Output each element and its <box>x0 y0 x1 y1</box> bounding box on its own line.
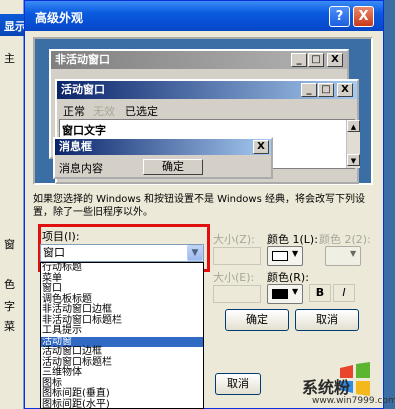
color2-label: 颜色 2(2): <box>319 233 371 246</box>
cancel-button[interactable]: 取消 <box>295 309 359 331</box>
watermark-url: www.win7999.com <box>312 396 395 406</box>
dropdown-option[interactable]: 图标间距(水平) <box>41 399 203 408</box>
chevron-down-icon: ▼ <box>292 287 299 296</box>
color1-button[interactable]: ▼ <box>267 246 303 266</box>
maximize-icon: □ <box>308 53 324 67</box>
dropdown-option[interactable]: 非活动窗口边框 <box>41 304 203 316</box>
item-dropdown-list[interactable]: 行动标题 菜单 窗口 调色板标题 非活动窗口边框 非活动窗口标题栏 工具提示 活动窗 活动窗口边… <box>40 262 204 409</box>
chevron-down-icon: ▼ <box>292 249 299 258</box>
item-label: 项目(I): <box>42 230 80 243</box>
help-button[interactable]: ? <box>329 6 350 27</box>
dropdown-option[interactable]: 三维物体 <box>41 367 203 379</box>
message-box-title: 消息框 <box>55 139 271 155</box>
appearance-preview[interactable]: 非活动窗口 _ □ X 活动窗口 _ □ X 正常 无效 已选定 窗口文字 ▲ … <box>33 37 373 185</box>
dropdown-option[interactable]: 工具提示 <box>41 325 203 337</box>
close-icon: X <box>327 53 343 67</box>
title-bar[interactable]: 高级外观 ? X <box>25 1 383 31</box>
background-label: 字 <box>4 300 15 313</box>
background-label: 色 <box>4 278 15 291</box>
dropdown-option[interactable]: 行动标题 <box>41 263 203 274</box>
message-box-preview[interactable]: 消息框 X 消息内容 确定 <box>53 137 273 179</box>
item-select[interactable]: 窗口 <box>40 244 204 262</box>
menu-item-selected[interactable]: 已选定 <box>125 103 158 119</box>
ok-button[interactable]: 确定 <box>225 309 289 331</box>
italic-toggle[interactable]: I <box>333 284 355 302</box>
window-text: 窗口文字 <box>62 124 106 137</box>
dialog-title: 高级外观 <box>35 11 84 25</box>
maximize-icon: □ <box>318 83 334 97</box>
chevron-down-icon: ▼ <box>350 249 357 258</box>
dropdown-option[interactable]: 活动窗口边框 <box>41 346 203 358</box>
font-size-spinner[interactable] <box>213 285 261 303</box>
background-cancel-button[interactable]: 取消 <box>215 373 261 395</box>
dropdown-option[interactable]: 窗口 <box>41 283 203 295</box>
minimize-icon: _ <box>291 53 307 67</box>
dropdown-option[interactable]: 图标间距(垂直) <box>41 388 203 400</box>
bold-toggle[interactable]: B <box>309 284 331 302</box>
close-icon: X <box>337 83 353 97</box>
preview-scrollbar[interactable]: ▲ ▼ <box>346 120 360 168</box>
minimize-icon: _ <box>301 83 317 97</box>
message-text: 消息内容 <box>59 162 103 175</box>
message-ok-button[interactable]: 确定 <box>143 159 203 175</box>
font-size-label: 大小(E): <box>213 271 255 284</box>
menu-item-disabled[interactable]: 无效 <box>93 103 115 119</box>
color1-label: 颜色 1(L): <box>267 233 318 246</box>
size-label: 大小(Z): <box>213 233 255 246</box>
notice-text: 如果您选择的 Windows 和按钮设置不是 Windows 经典，将会改写下列… <box>33 194 365 218</box>
font-color-swatch <box>272 289 288 299</box>
close-button[interactable]: X <box>353 6 374 27</box>
chevron-down-icon[interactable]: ▼ <box>187 245 203 261</box>
background-dialog-title: 显示 <box>0 14 24 36</box>
dropdown-option[interactable]: 菜单 <box>41 273 203 285</box>
scroll-up-icon: ▲ <box>347 120 360 132</box>
preview-menubar: 正常 无效 已选定 <box>59 101 355 119</box>
scroll-down-icon: ▼ <box>347 154 360 166</box>
color1-swatch <box>272 251 288 261</box>
background-label: 窗 <box>4 238 15 251</box>
background-label: 主 <box>4 52 15 65</box>
size-spinner[interactable] <box>213 247 261 265</box>
font-color-label: 颜色(R): <box>267 271 309 284</box>
close-icon: X <box>253 140 269 154</box>
font-color-button[interactable]: ▼ <box>267 284 303 304</box>
background-label: 菜 <box>4 320 15 333</box>
watermark-text: 系统粉 <box>302 378 351 397</box>
color2-button[interactable]: ▼ <box>325 246 361 266</box>
menu-item-normal[interactable]: 正常 <box>63 103 85 119</box>
